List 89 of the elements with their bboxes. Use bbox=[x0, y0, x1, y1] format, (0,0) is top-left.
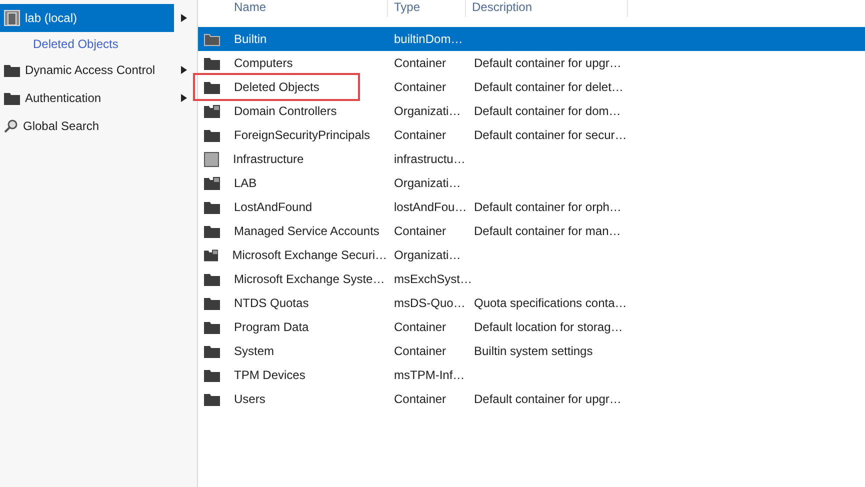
description-cell: Default container for delet… bbox=[474, 80, 624, 94]
type-cell: Organizati… bbox=[394, 176, 461, 190]
folder-icon bbox=[204, 56, 220, 70]
type-cell: msTPM-Inf… bbox=[394, 368, 465, 382]
name-cell[interactable]: Managed Service Accounts bbox=[233, 222, 380, 240]
folder-icon bbox=[204, 320, 220, 334]
table-row[interactable]: Infrastructure infrastructu… bbox=[198, 147, 865, 171]
folder-icon bbox=[204, 248, 218, 262]
column-header[interactable]: Description bbox=[472, 0, 532, 14]
name-cell[interactable]: Infrastructure bbox=[232, 150, 305, 168]
expand-arrow-icon[interactable] bbox=[180, 93, 188, 103]
type-cell: Container bbox=[394, 56, 446, 70]
square-icon bbox=[204, 152, 219, 166]
type-cell: Organizati… bbox=[394, 104, 461, 118]
table-row[interactable]: Microsoft Exchange Syste… msExchSyst… bbox=[198, 267, 865, 291]
description-cell: Default container for upgr… bbox=[474, 56, 622, 70]
folder-icon bbox=[204, 368, 220, 382]
name-cell[interactable]: TPM Devices bbox=[233, 366, 306, 384]
table-row[interactable]: Microsoft Exchange Securi… Organizati… bbox=[198, 243, 865, 267]
folder-icon bbox=[204, 176, 220, 190]
name-cell[interactable]: Deleted Objects bbox=[233, 78, 320, 96]
server-icon bbox=[4, 10, 20, 26]
name-cell[interactable]: Microsoft Exchange Syste… bbox=[233, 270, 386, 288]
table-row[interactable]: ForeignSecurityPrincipals Container Default container for secur… bbox=[198, 123, 865, 147]
table-row[interactable]: NTDS Quotas msDS-Quo… Quota specifications conta… bbox=[198, 291, 865, 315]
name-cell[interactable]: Computers bbox=[233, 54, 294, 72]
name-cell[interactable]: System bbox=[233, 342, 276, 360]
table-row[interactable]: Domain Controllers Organizati… Default container for dom… bbox=[198, 99, 865, 123]
folder-icon bbox=[204, 104, 220, 118]
table-row[interactable]: LAB Organizati… bbox=[198, 171, 865, 195]
table-row[interactable]: Program Data Container Default location for storag… bbox=[198, 315, 865, 339]
name-cell[interactable]: Builtin bbox=[233, 30, 268, 48]
table-row[interactable]: Users Container Default container for upgr… bbox=[198, 387, 865, 411]
name-cell[interactable]: LostAndFound bbox=[233, 198, 314, 216]
column-header[interactable]: Name bbox=[234, 0, 266, 14]
description-cell: Builtin system settings bbox=[474, 344, 593, 358]
tree-item[interactable]: Deleted Objects bbox=[0, 32, 174, 56]
type-cell: lostAndFou… bbox=[394, 200, 467, 214]
type-cell: Container bbox=[394, 128, 446, 142]
name-cell[interactable]: Microsoft Exchange Securi… bbox=[231, 246, 388, 264]
search-icon bbox=[4, 119, 18, 133]
type-cell: builtinDom… bbox=[394, 32, 463, 46]
name-cell[interactable]: NTDS Quotas bbox=[233, 294, 310, 312]
type-cell: Organizati… bbox=[394, 248, 461, 262]
tree-item[interactable]: Authentication bbox=[0, 84, 174, 112]
folder-icon bbox=[204, 200, 220, 214]
table-row[interactable]: LostAndFound lostAndFou… Default container for orph… bbox=[198, 195, 865, 219]
type-cell: msExchSyst… bbox=[394, 272, 472, 286]
folder-icon bbox=[204, 80, 220, 94]
description-cell: Default container for man… bbox=[474, 224, 621, 238]
type-cell: Container bbox=[394, 392, 446, 406]
type-cell: infrastructu… bbox=[394, 152, 466, 166]
name-cell[interactable]: ForeignSecurityPrincipals bbox=[233, 126, 372, 144]
description-cell: Default container for secur… bbox=[474, 128, 627, 142]
folder-icon bbox=[204, 128, 220, 142]
type-cell: Container bbox=[394, 224, 446, 238]
table-row[interactable]: Computers Container Default container for upgr… bbox=[198, 51, 865, 75]
tree-item[interactable]: Dynamic Access Control bbox=[0, 56, 174, 84]
table-row[interactable]: Managed Service Accounts Container Default container for man… bbox=[198, 219, 865, 243]
type-cell: Container bbox=[394, 80, 446, 94]
expand-arrow-icon[interactable] bbox=[180, 13, 188, 23]
type-cell: Container bbox=[394, 344, 446, 358]
name-cell[interactable]: LAB bbox=[233, 174, 258, 192]
folder-icon bbox=[204, 344, 220, 358]
type-cell: msDS-Quo… bbox=[394, 296, 466, 310]
name-cell[interactable]: Program Data bbox=[233, 318, 310, 336]
name-cell[interactable]: Users bbox=[233, 390, 266, 408]
tree-item[interactable]: Global Search bbox=[0, 112, 174, 140]
description-cell: Default container for upgr… bbox=[474, 392, 622, 406]
description-cell: Quota specifications conta… bbox=[474, 296, 627, 310]
type-cell: Container bbox=[394, 320, 446, 334]
folder-icon bbox=[204, 32, 220, 46]
table-row[interactable]: TPM Devices msTPM-Inf… bbox=[198, 363, 865, 387]
table-row[interactable]: Deleted Objects Container Default container for delet… bbox=[198, 75, 865, 99]
folder-icon bbox=[4, 64, 20, 76]
column-header[interactable]: Type bbox=[394, 0, 420, 14]
description-cell: Default container for orph… bbox=[474, 200, 622, 214]
description-cell: Default container for dom… bbox=[474, 104, 621, 118]
folder-icon bbox=[204, 224, 220, 238]
description-cell: Default location for storag… bbox=[474, 320, 623, 334]
folder-icon bbox=[4, 92, 20, 104]
table-row[interactable]: System Container Builtin system settings bbox=[198, 339, 865, 363]
expand-arrow-icon[interactable] bbox=[180, 65, 188, 75]
table-row[interactable]: Builtin builtinDom… bbox=[198, 27, 865, 51]
folder-icon bbox=[204, 272, 220, 286]
tree-item[interactable]: lab (local) bbox=[0, 4, 174, 32]
folder-icon bbox=[204, 392, 220, 406]
name-cell[interactable]: Domain Controllers bbox=[233, 102, 338, 120]
folder-icon bbox=[204, 296, 220, 310]
